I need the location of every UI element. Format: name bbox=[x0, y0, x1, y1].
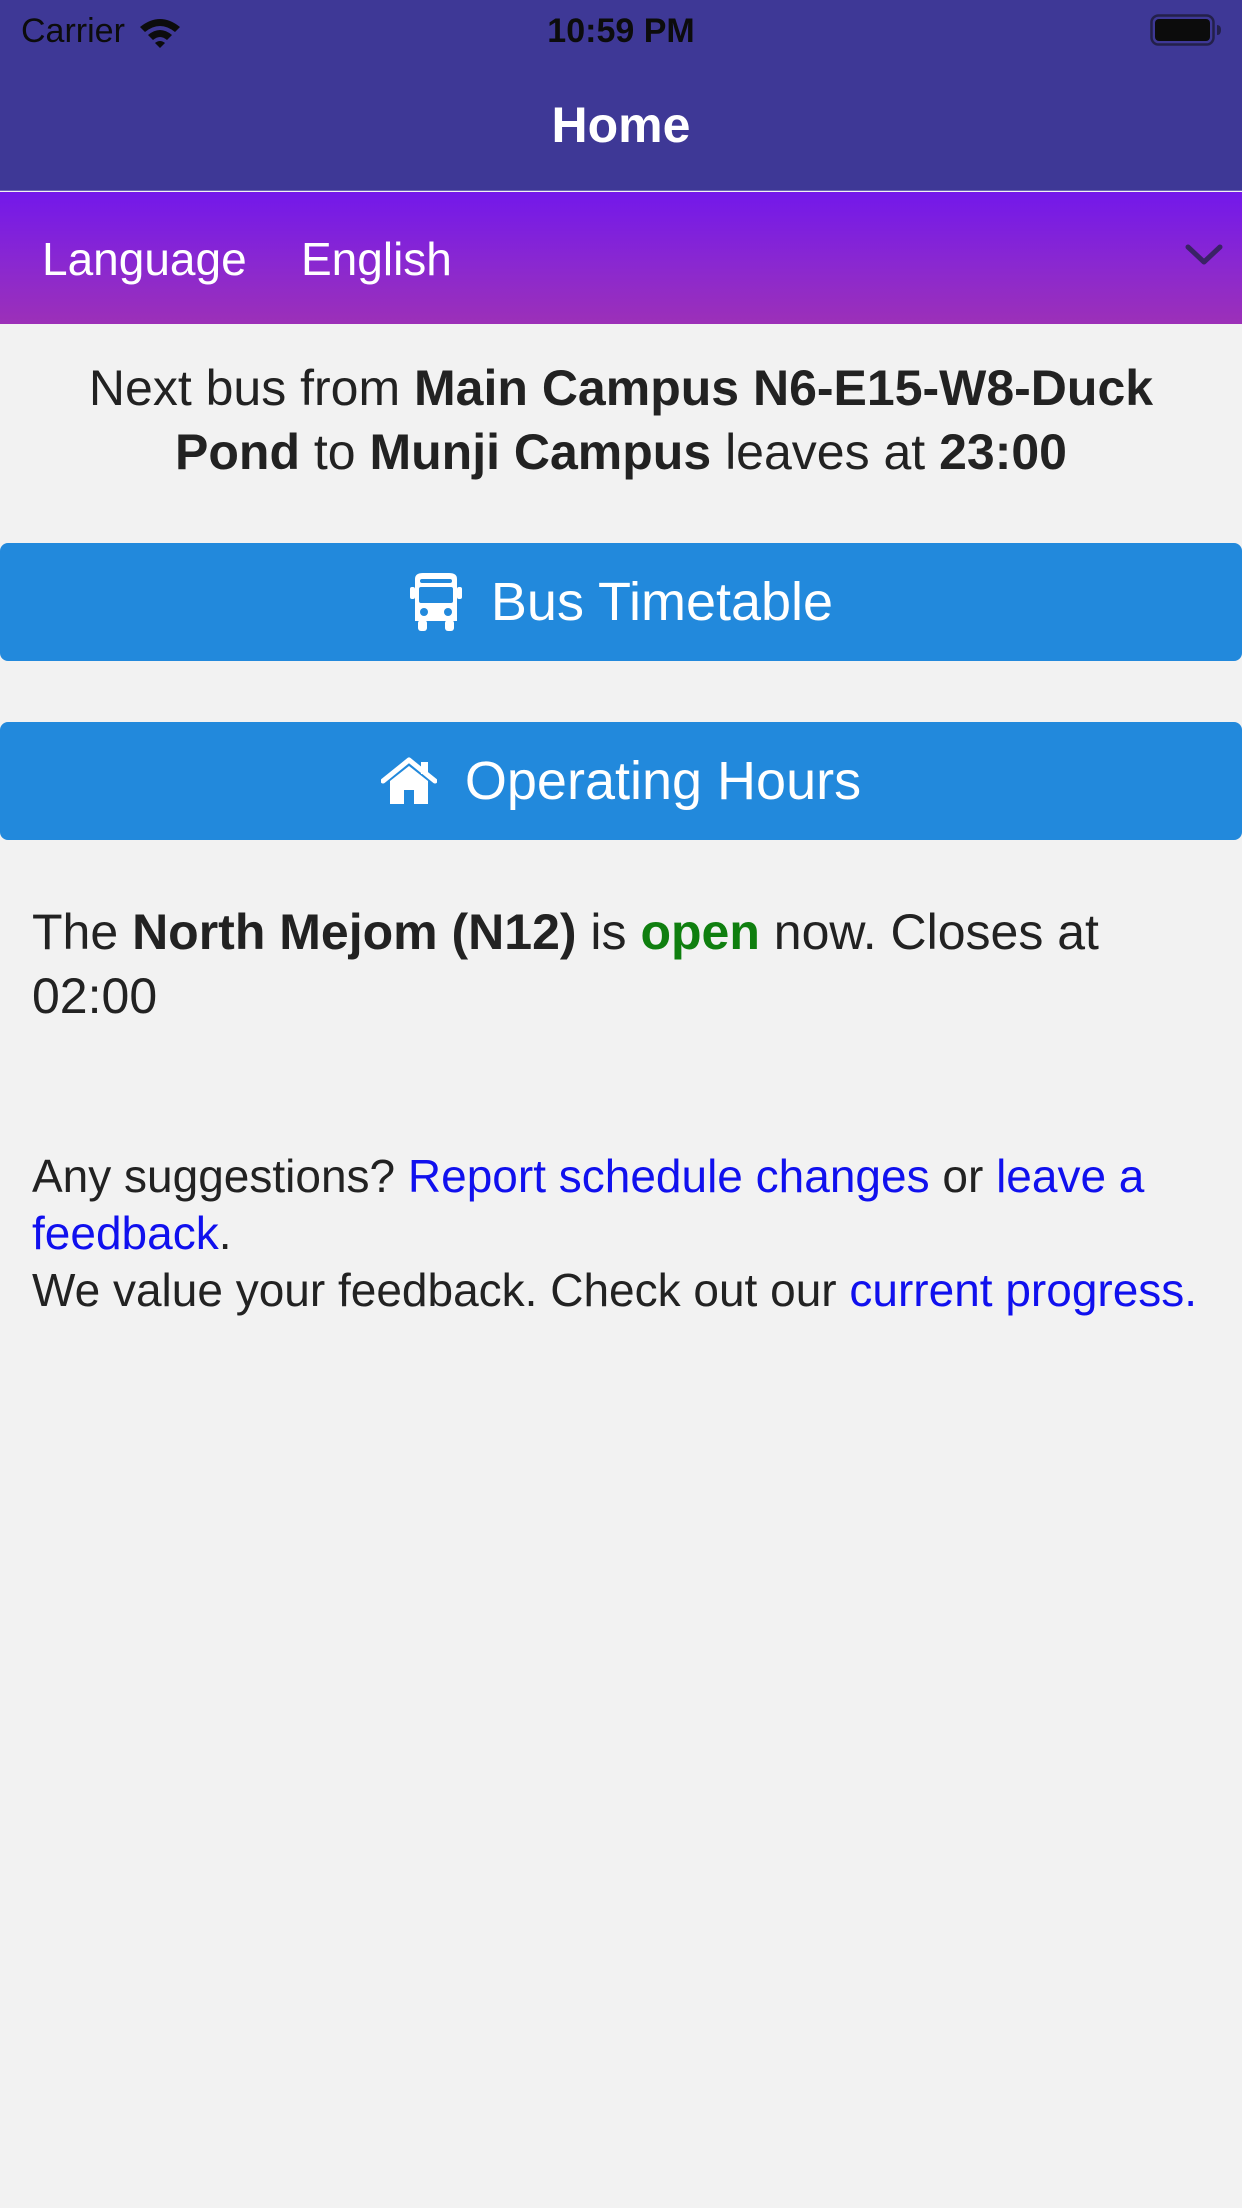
feedback-value-text: We value your feedback. Check out our bbox=[32, 1264, 850, 1316]
next-bus-prefix: Next bus from bbox=[88, 360, 415, 416]
departure-time: 23:00 bbox=[939, 424, 1067, 480]
chevron-down-icon[interactable] bbox=[1184, 242, 1224, 268]
bus-icon bbox=[409, 573, 462, 631]
next-bus-suffix: leaves at bbox=[711, 424, 940, 480]
next-bus-middle: to bbox=[300, 424, 370, 480]
page-title: Home bbox=[551, 97, 691, 153]
next-bus-info: Next bus from Main Campus N6-E15-W8-Duck… bbox=[24, 356, 1218, 484]
report-schedule-link[interactable]: Report schedule changes bbox=[408, 1150, 930, 1202]
home-icon bbox=[380, 757, 437, 804]
open-status-badge: open bbox=[640, 904, 760, 960]
current-progress-link[interactable]: current progress. bbox=[849, 1264, 1197, 1316]
status-bar: Carrier 10:59 PM bbox=[0, 0, 1242, 62]
feedback-question: Any suggestions? bbox=[32, 1150, 408, 1202]
status-prefix: The bbox=[32, 904, 133, 960]
feedback-period: . bbox=[218, 1207, 232, 1259]
operating-hours-button[interactable]: Operating Hours bbox=[0, 722, 1242, 840]
status-clock: 10:59 PM bbox=[547, 12, 695, 50]
destination-stop: Munji Campus bbox=[369, 424, 712, 480]
language-selector[interactable]: Language English bbox=[0, 192, 1242, 324]
language-label: Language bbox=[42, 233, 247, 285]
bus-timetable-label: Bus Timetable bbox=[490, 572, 834, 632]
language-value[interactable]: English bbox=[301, 232, 452, 286]
status-is: is bbox=[576, 904, 641, 960]
feedback-or: or bbox=[929, 1150, 997, 1202]
navigation-bar: Carrier 10:59 PM Home bbox=[0, 0, 1242, 191]
bus-timetable-button[interactable]: Bus Timetable bbox=[0, 543, 1242, 661]
operating-hours-label: Operating Hours bbox=[464, 751, 862, 811]
battery-icon bbox=[1150, 14, 1221, 46]
operating-status: The North Mejom (N12) is open now. Close… bbox=[32, 900, 1212, 1028]
feedback-section: Any suggestions? Report schedule changes… bbox=[32, 1148, 1212, 1319]
facility-name: North Mejom (N12) bbox=[132, 904, 577, 960]
